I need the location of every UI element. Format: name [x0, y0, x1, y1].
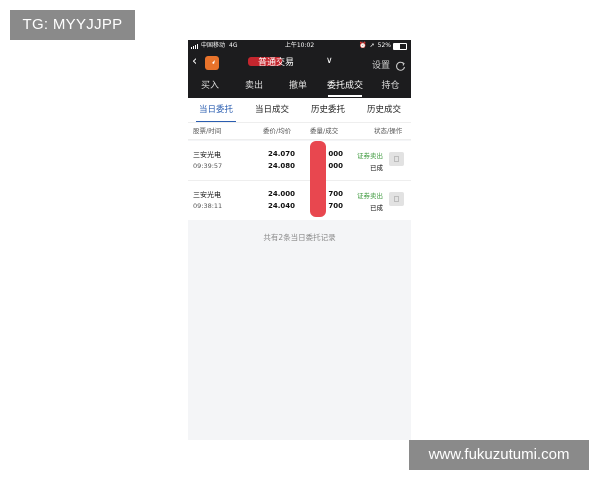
page-title[interactable]: 普通交易 [258, 57, 294, 69]
filled-quantity: 700 [328, 202, 343, 210]
column-header-row: 股票/时间 委价/均价 委量/成交 状态/操作 [188, 122, 411, 140]
column-header-stock: 股票/时间 [193, 127, 222, 135]
redaction-mark [310, 141, 326, 217]
alarm-icon: ⏰ [359, 42, 367, 49]
tab-buy[interactable]: 买入 [188, 74, 232, 98]
table-row[interactable]: 三安光电 09:39:57 24.070 24.080 000 000 证券卖出… [188, 141, 411, 180]
location-icon: ➚ [369, 42, 375, 49]
tab-cancel[interactable]: 撤单 [276, 74, 320, 98]
stock-name: 三安光电 [193, 191, 221, 199]
tab-positions[interactable]: 持仓 [370, 74, 411, 98]
order-action: 证券卖出 [357, 192, 383, 200]
order-price: 24.070 [267, 150, 295, 158]
order-price: 24.000 [267, 190, 295, 198]
average-price: 24.080 [267, 162, 295, 170]
order-action: 证券卖出 [357, 152, 383, 160]
battery-icon [393, 42, 407, 50]
order-time: 09:39:57 [193, 162, 223, 170]
watermark-top: TG: MYYJJPP [10, 10, 135, 40]
settings-link[interactable]: 设置 [372, 58, 390, 71]
screenshot-canvas: TG: MYYJJPP 中国移动 4G 上午10:02 ⏰ ➚ 52% ‹ 普通… [0, 0, 600, 480]
subtab-history-orders[interactable]: 历史委托 [304, 98, 352, 122]
status-bar: 中国移动 4G 上午10:02 ⏰ ➚ 52% [188, 40, 411, 52]
column-header-qty: 委量/成交 [310, 127, 339, 135]
filled-quantity: 000 [328, 162, 343, 170]
phone-screen: 中国移动 4G 上午10:02 ⏰ ➚ 52% ‹ 普通交易 ∨ 设置 买入 卖… [188, 40, 411, 440]
order-status: 已成 [370, 164, 383, 172]
column-header-price: 委价/均价 [263, 127, 292, 135]
order-status: 已成 [370, 204, 383, 212]
back-icon[interactable]: ‹ [192, 55, 197, 69]
app-logo-icon [205, 56, 219, 70]
records-summary: 共有2条当日委托记录 [263, 233, 336, 242]
sub-tab-bar: 当日委托 当日成交 历史委托 历史成交 [188, 98, 411, 122]
tab-sell[interactable]: 卖出 [232, 74, 276, 98]
battery-label: 52% [377, 42, 391, 49]
watermark-bottom: www.fukuzutumi.com [409, 440, 589, 470]
order-time: 09:38:11 [193, 202, 223, 210]
subtab-today-trades[interactable]: 当日成交 [248, 98, 296, 122]
order-quantity: 000 [328, 150, 343, 158]
row-action-button[interactable] [389, 152, 404, 166]
row-action-button[interactable] [389, 192, 404, 206]
document-icon [394, 156, 399, 162]
order-quantity: 700 [328, 190, 343, 198]
tab-orders-trades[interactable]: 委托成交 [320, 74, 370, 98]
document-icon [394, 196, 399, 202]
subtab-history-trades[interactable]: 历史成交 [360, 98, 408, 122]
column-header-status: 状态/操作 [374, 127, 403, 135]
subtab-today-orders[interactable]: 当日委托 [192, 98, 240, 122]
status-right: ⏰ ➚ 52% [359, 40, 407, 52]
stock-name: 三安光电 [193, 151, 221, 159]
main-tab-bar: 买入 卖出 撤单 委托成交 持仓 [188, 74, 411, 98]
average-price: 24.040 [267, 202, 295, 210]
chevron-down-icon[interactable]: ∨ [326, 56, 333, 66]
nav-bar: ‹ 普通交易 ∨ 设置 [188, 52, 411, 74]
table-row[interactable]: 三安光电 09:38:11 24.000 24.040 700 700 证券卖出… [188, 181, 411, 220]
